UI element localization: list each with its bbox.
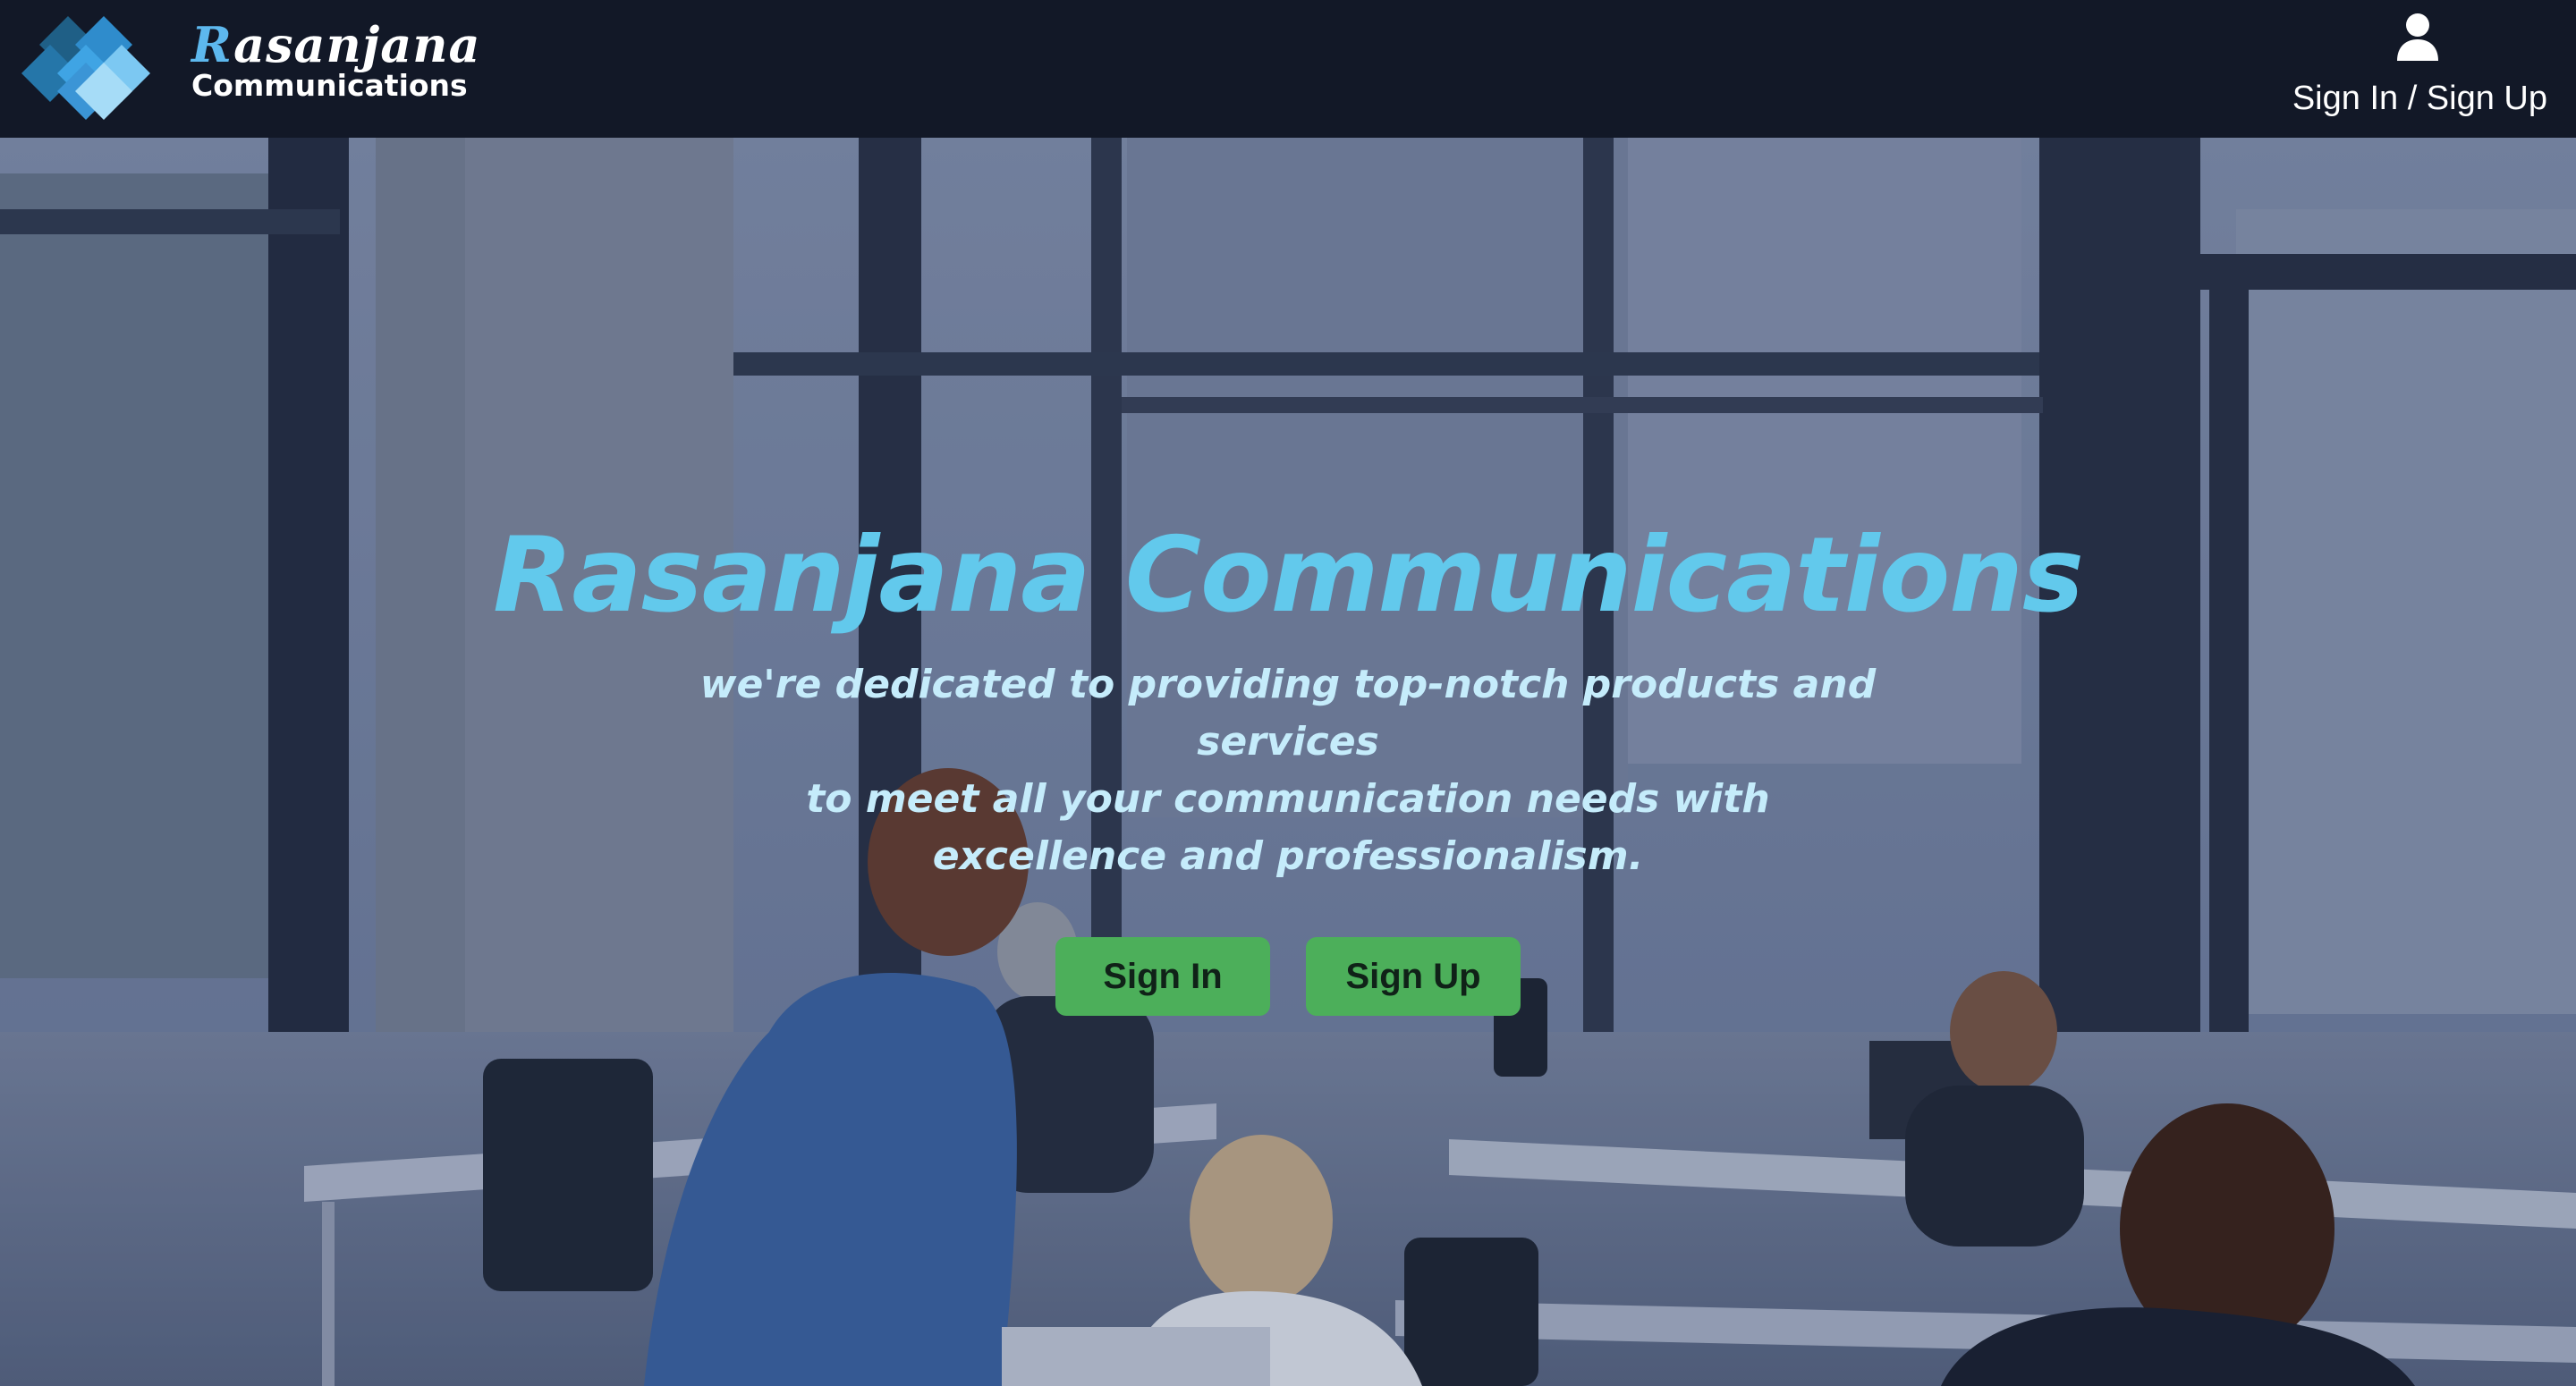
tagline-line-2: to meet all your communication needs wit… [806, 776, 1770, 822]
hero-section: Rasanjana Communications we're dedicated… [0, 138, 2576, 1386]
tagline-line-1: we're dedicated to providing top-notch p… [699, 662, 1877, 765]
sign-up-button[interactable]: Sign Up [1306, 937, 1521, 1016]
sign-in-sign-up-link[interactable]: Sign In / Sign Up [2292, 77, 2547, 120]
brand-name-rest: asanjana [233, 16, 481, 73]
brand-subtitle: Communications [191, 68, 468, 103]
sign-in-button[interactable]: Sign In [1055, 937, 1270, 1016]
top-navigation-bar: Rasanjana Communications Sign In / Sign … [0, 0, 2576, 138]
hero-title: Rasanjana Communications [493, 515, 2084, 636]
user-icon[interactable] [2395, 13, 2440, 63]
brand-initial: R [191, 16, 234, 73]
account-menu[interactable]: Sign In / Sign Up [2288, 13, 2547, 123]
hero-content: Rasanjana Communications we're dedicated… [0, 138, 2576, 1386]
tagline-line-3: excellence and professionalism. [932, 833, 1644, 879]
hero-tagline: we're dedicated to providing top-notch p… [626, 656, 1950, 885]
diamond-grid-logo[interactable] [21, 13, 181, 120]
brand-name[interactable]: Rasanjana [191, 16, 481, 73]
